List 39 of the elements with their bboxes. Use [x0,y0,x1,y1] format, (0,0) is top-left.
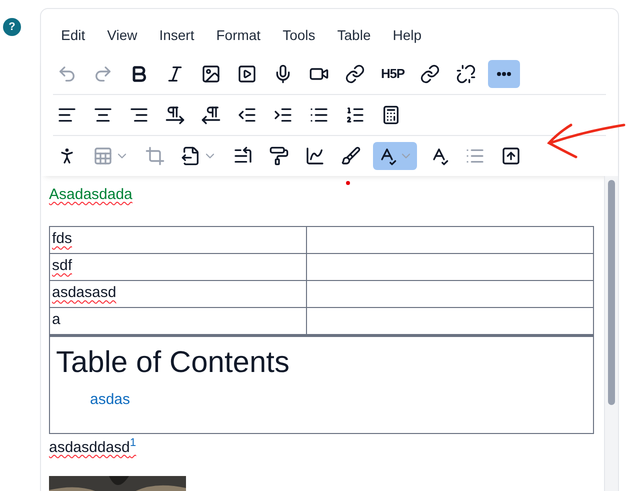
chart-icon [305,146,325,166]
menu-item[interactable]: Format [216,25,261,46]
undo-icon [57,64,77,84]
spelling-button[interactable] [373,142,417,170]
menu-item[interactable]: Help [392,25,422,46]
link-icon [420,64,440,84]
pilcrow-right-icon [165,105,185,125]
table-cell: a [50,307,306,334]
table-icon [93,146,113,166]
table-cell: fds [50,226,306,253]
link-icon [345,64,365,84]
menu-item[interactable]: Insert [159,25,194,46]
broken-link-icon [456,64,476,84]
paragraph: asdasddasd$^{1}$ [49,437,138,458]
crop-icon [145,146,165,166]
toc-link[interactable]: asdas [90,390,130,408]
numbered-list-icon [345,105,365,125]
menu-item[interactable]: Table [337,25,371,46]
menu-item[interactable]: Tools [282,25,316,46]
help-icon[interactable]: ? [3,18,21,36]
menu-item[interactable]: Edit [61,25,86,46]
table-cell: asdasasd [50,280,306,307]
upload-icon [501,146,521,166]
pilcrow-left-icon [201,105,221,125]
toc-title: Table of Contents [56,344,290,380]
heading-text: Asadasdada [49,185,134,205]
redo-icon [93,64,113,84]
more-icon [497,72,512,76]
file-export-icon [181,146,201,166]
calculator-icon [381,105,401,125]
brush-icon [341,146,361,166]
play-icon [237,64,257,84]
menu-item[interactable]: View [107,25,138,46]
more-button[interactable] [488,60,520,88]
image-icon [201,64,221,84]
table-cell: sdf [50,253,306,280]
paint-roller-icon [269,146,289,166]
scrollbar-thumb[interactable] [608,180,615,405]
h5p-button[interactable]: H5P [377,60,408,88]
